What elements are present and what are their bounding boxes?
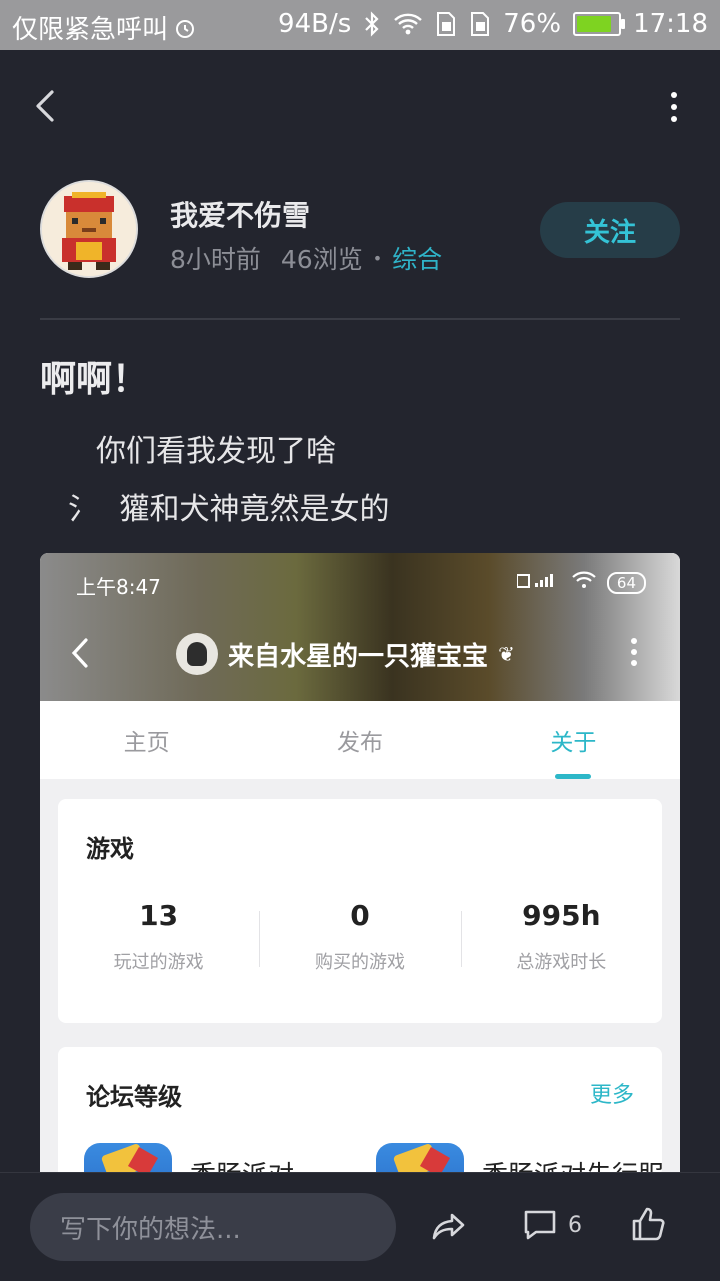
text-fragment: 氵 bbox=[68, 492, 98, 527]
follow-button[interactable]: 关注 bbox=[540, 202, 680, 258]
more-link: 更多 bbox=[589, 1083, 634, 1108]
image-battery: 64 bbox=[606, 571, 646, 594]
profile-name: 来自水星的一只獾宝宝 bbox=[228, 641, 489, 672]
more-vertical-icon bbox=[671, 92, 677, 122]
stat-played: 13 玩过的游戏 bbox=[58, 899, 259, 974]
author-header: 我爱不伤雪 8小时前 46浏览 • 综合 关注 bbox=[40, 180, 680, 280]
post-time: 8小时前 bbox=[170, 245, 261, 274]
more-options-button[interactable] bbox=[668, 90, 680, 124]
category-link[interactable]: 综合 bbox=[392, 240, 442, 276]
game-stats: 13 玩过的游戏 0 购买的游戏 995h 总游戏时长 bbox=[58, 899, 662, 974]
stat-label: 购买的游戏 bbox=[314, 952, 405, 973]
post-title: 啊啊！ bbox=[40, 359, 149, 400]
bluetooth-icon bbox=[363, 11, 381, 37]
stat-playtime: 995h 总游戏时长 bbox=[460, 899, 662, 974]
like-button[interactable] bbox=[630, 1205, 666, 1247]
chevron-left-icon bbox=[36, 90, 54, 122]
meta-separator: • bbox=[372, 248, 383, 268]
status-bar: 仅限紧急呼叫 94B/s 76% 17:18 bbox=[0, 0, 720, 50]
forum-level-card: 论坛等级 更多 香肠派对 香肠派对先行服 bbox=[58, 1047, 664, 1173]
battery-icon bbox=[573, 12, 626, 36]
comment-count: 6 bbox=[568, 1212, 582, 1238]
forum-name: 香肠派对先行服 bbox=[482, 1155, 664, 1174]
post-image[interactable]: 上午8:47 64 来自水星的一只獾宝宝 ❦ 主页 发布 关于 游戏 13 玩过… bbox=[40, 553, 680, 1173]
alarm-icon bbox=[174, 17, 196, 39]
tab-about: 关于 bbox=[467, 701, 680, 779]
post-text-line: 你们看我发现了啥 bbox=[96, 434, 336, 469]
stat-value: 13 bbox=[139, 899, 179, 932]
stat-value: 995h bbox=[522, 899, 601, 932]
post-text-line: 氵 獾和犬神竟然是女的 bbox=[68, 484, 390, 528]
games-card: 游戏 13 玩过的游戏 0 购买的游戏 995h 总游戏时长 bbox=[58, 799, 662, 1023]
sim2-icon bbox=[469, 11, 491, 37]
view-count: 46浏览 bbox=[280, 245, 363, 274]
thumbs-up-icon bbox=[632, 1207, 665, 1241]
bottom-action-bar: 写下你的想法... 6 bbox=[0, 1172, 720, 1281]
tab-home: 主页 bbox=[123, 730, 170, 756]
pixel-avatar-icon bbox=[42, 182, 136, 276]
author-avatar[interactable] bbox=[40, 180, 138, 278]
back-button[interactable] bbox=[28, 86, 68, 126]
forum-item: 香肠派对 bbox=[84, 1143, 294, 1173]
comment-input[interactable]: 写下你的想法... bbox=[30, 1193, 396, 1261]
forum-name: 香肠派对 bbox=[190, 1155, 294, 1174]
post-meta: 8小时前 46浏览 • 综合 bbox=[170, 240, 442, 276]
share-icon bbox=[432, 1213, 465, 1240]
avatar bbox=[176, 633, 218, 675]
decoration-glyph: ❦ bbox=[498, 642, 515, 666]
wifi-icon bbox=[571, 571, 597, 594]
card-title: 游戏 bbox=[86, 835, 134, 863]
network-speed: 94B/s bbox=[278, 9, 352, 39]
image-tabs: 主页 发布 关于 bbox=[40, 701, 680, 779]
carrier-text: 仅限紧急呼叫 bbox=[12, 15, 169, 45]
more-vertical-icon bbox=[630, 637, 638, 667]
game-icon bbox=[84, 1143, 172, 1173]
tab-posts: 发布 bbox=[336, 730, 383, 756]
signal-icon bbox=[515, 571, 561, 594]
image-status-icons: 64 bbox=[515, 571, 646, 594]
top-bar bbox=[0, 50, 720, 160]
comment-button[interactable]: 6 bbox=[522, 1207, 582, 1243]
back-icon bbox=[70, 637, 90, 673]
stat-purchased: 0 购买的游戏 bbox=[259, 899, 460, 974]
stat-value: 0 bbox=[350, 899, 370, 932]
share-button[interactable] bbox=[430, 1207, 468, 1249]
image-status-time: 上午8:47 bbox=[76, 575, 161, 599]
wifi-icon bbox=[393, 12, 423, 36]
divider bbox=[40, 318, 680, 320]
stat-label: 玩过的游戏 bbox=[113, 952, 204, 973]
forum-item: 香肠派对先行服 bbox=[376, 1143, 664, 1173]
sim-icon bbox=[435, 11, 457, 37]
card-title: 论坛等级 bbox=[86, 1083, 182, 1111]
image-profile-header: 上午8:47 64 来自水星的一只獾宝宝 ❦ bbox=[40, 553, 680, 701]
image-profile-title: 来自水星的一只獾宝宝 ❦ bbox=[176, 633, 515, 675]
game-icon bbox=[376, 1143, 464, 1173]
clock: 17:18 bbox=[633, 9, 708, 39]
battery-percent: 76% bbox=[503, 9, 562, 39]
comment-icon bbox=[524, 1210, 556, 1240]
stat-label: 总游戏时长 bbox=[516, 952, 607, 973]
author-name[interactable]: 我爱不伤雪 bbox=[170, 194, 310, 234]
text-fragment: 獾和犬神竟然是女的 bbox=[119, 492, 390, 527]
